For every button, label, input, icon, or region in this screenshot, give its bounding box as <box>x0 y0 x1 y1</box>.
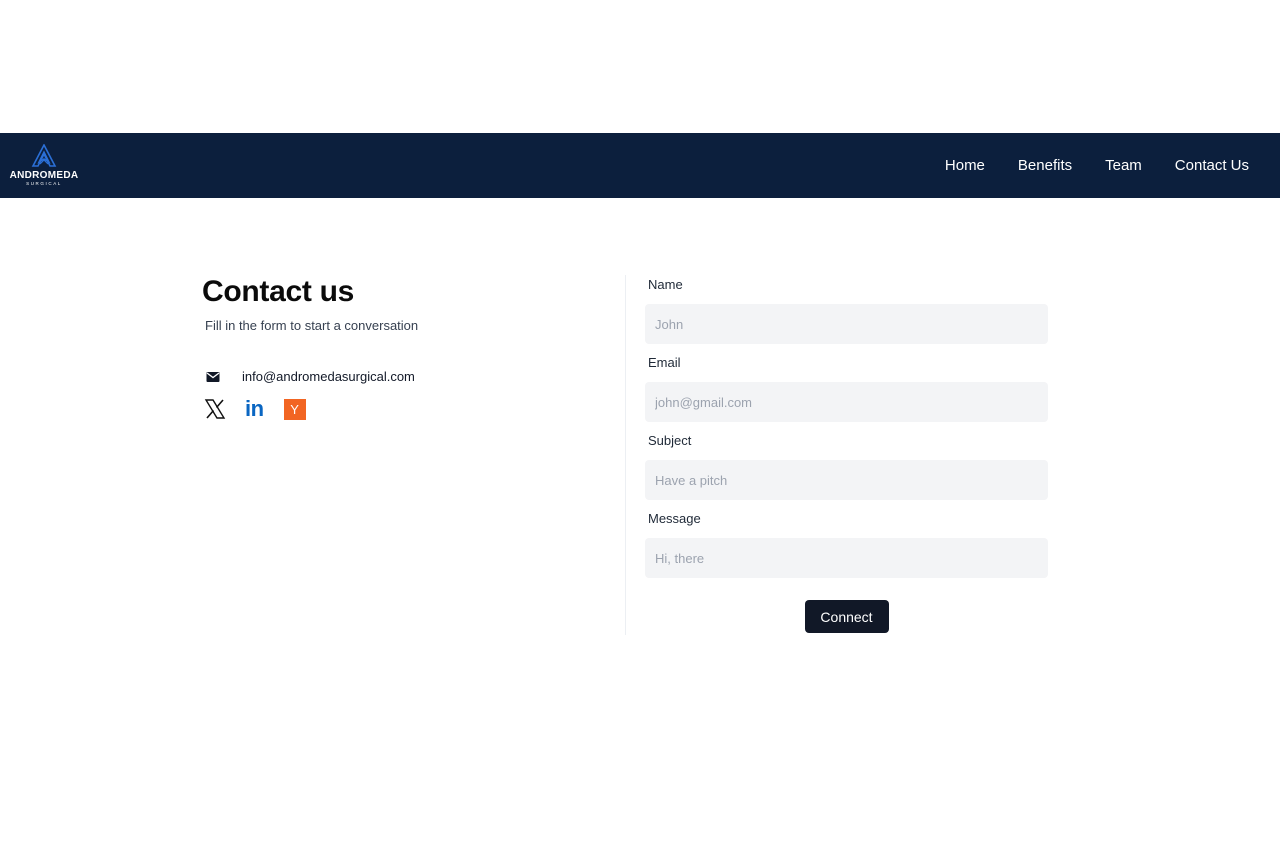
subject-label: Subject <box>648 433 692 448</box>
message-label: Message <box>648 511 701 526</box>
x-link[interactable] <box>204 398 226 420</box>
submit-row: Connect <box>645 600 1048 633</box>
name-input[interactable] <box>645 304 1048 344</box>
column-divider <box>625 275 626 635</box>
page: ANDROMEDA SURGICAL Home Benefits Team Co… <box>0 0 1280 853</box>
brand-logo[interactable]: ANDROMEDA SURGICAL <box>8 144 80 187</box>
page-subtitle: Fill in the form to start a conversation <box>205 318 419 333</box>
brand-name: ANDROMEDA <box>9 170 79 181</box>
navbar: ANDROMEDA SURGICAL Home Benefits Team Co… <box>0 133 1280 198</box>
name-label: Name <box>648 277 683 292</box>
subject-field: Subject <box>645 432 1048 500</box>
message-input[interactable] <box>645 538 1048 578</box>
page-title: Contact us <box>202 275 355 308</box>
email-label: Email <box>648 355 681 370</box>
ycombinator-icon[interactable]: Y <box>283 398 306 420</box>
email-input[interactable] <box>645 382 1048 422</box>
subject-input[interactable] <box>645 460 1048 500</box>
social-links: in Y <box>204 398 602 420</box>
connect-button[interactable]: Connect <box>804 600 889 633</box>
mail-icon <box>206 371 220 382</box>
brand-subname: SURGICAL <box>26 181 62 186</box>
email-field: Email <box>645 354 1048 422</box>
contact-email[interactable]: info@andromedasurgical.com <box>242 369 415 384</box>
contact-info: Contact us Fill in the form to start a c… <box>202 276 602 420</box>
nav-home[interactable]: Home <box>945 157 985 174</box>
email-row: info@andromedasurgical.com <box>206 369 602 384</box>
message-field: Message <box>645 510 1048 578</box>
main-nav: Home Benefits Team Contact Us <box>912 157 1249 174</box>
andromeda-logo-icon <box>31 144 57 167</box>
nav-benefits[interactable]: Benefits <box>1018 157 1072 174</box>
contact-form: Name Email Subject Message Connect <box>645 276 1048 633</box>
nav-contact-us[interactable]: Contact Us <box>1175 157 1249 174</box>
linkedin-icon[interactable]: in <box>245 398 264 420</box>
nav-team[interactable]: Team <box>1105 157 1142 174</box>
x-icon <box>204 399 226 419</box>
name-field: Name <box>645 276 1048 344</box>
